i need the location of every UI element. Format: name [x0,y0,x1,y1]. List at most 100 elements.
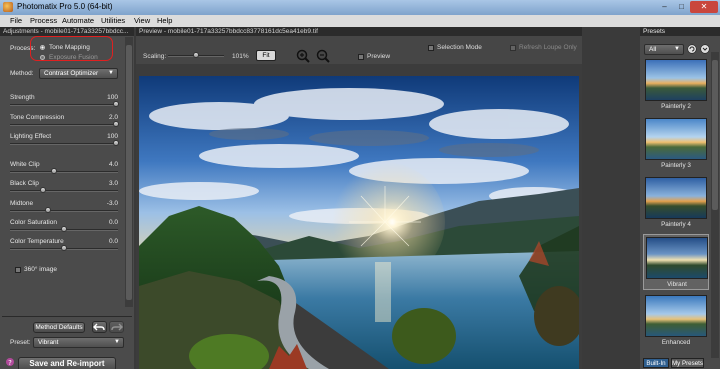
tab-my-presets[interactable]: My Presets [671,358,704,368]
redo-button[interactable] [109,321,124,333]
preset-thumbnail-label: Painterly 4 [661,221,691,228]
refresh-loupe-label: Refresh Loupe Only [519,44,577,51]
menu-process[interactable]: Process [30,16,57,25]
method-dropdown[interactable]: Contrast Optimizer ▼ [39,68,118,79]
slider-thumb[interactable] [113,121,119,127]
scrollbar-thumb[interactable] [126,45,132,300]
scaling-slider-thumb[interactable] [193,52,199,58]
undo-button[interactable] [92,321,107,333]
scrollbar-thumb[interactable] [712,60,718,210]
slider-track[interactable] [10,140,119,146]
preview-panel-title: Preview - mobile01-717a33257bbdcc8377816… [136,27,582,36]
scaling-label: Scaling: [143,53,167,60]
preset-thumbnail-image [646,237,708,279]
chevron-down-icon: ▼ [114,339,120,345]
slider-label: Tone Compression [10,114,65,121]
help-icon[interactable]: ? [4,357,14,367]
slider-label: Color Saturation [10,219,57,226]
selection-mode-checkbox[interactable] [428,45,434,51]
title-bar: Photomatix Pro 5.0 (64-bit) – □ ✕ [0,0,720,15]
adjustments-scrollbar[interactable] [125,37,133,307]
slider-label: White Clip [10,161,40,168]
presets-filter-dropdown[interactable]: All ▼ [644,44,684,55]
preset-thumbnail-label: Painterly 3 [661,162,691,169]
slider-thumb[interactable] [40,187,47,193]
slider-thumb[interactable] [61,226,67,232]
slider-track[interactable] [10,101,119,107]
slider-value: 3.0 [108,180,118,187]
slider-value: -3.0 [106,200,118,207]
zoom-in-icon[interactable] [296,49,310,63]
chevron-down-icon: ▼ [674,46,680,52]
slider-label: Strength [10,94,35,101]
divider [2,316,132,317]
360-image-checkbox[interactable] [15,267,21,273]
method-label: Method: [10,70,34,77]
zoom-out-icon[interactable] [316,49,330,63]
preset-thumbnail-label: Painterly 2 [661,103,691,110]
method-value: Contrast Optimizer [44,70,99,77]
slider-thumb[interactable] [50,168,57,174]
slider-value: 0.0 [108,219,118,226]
save-and-reimport-button[interactable]: Save and Re-import [18,357,116,369]
slider-track[interactable] [10,226,118,232]
menu-help[interactable]: Help [157,16,172,25]
preset-thumbnail-image [645,177,707,219]
minimize-button[interactable]: – [656,1,673,13]
preset-label: Preset: [10,339,31,346]
close-button[interactable]: ✕ [690,1,718,13]
chevron-down-icon: ▼ [108,70,114,76]
slider-track[interactable] [10,187,118,193]
maximize-button[interactable]: □ [673,1,690,13]
fit-button[interactable]: Fit [256,50,276,61]
preset-thumbnail-image [645,59,707,101]
scaling-slider[interactable] [168,52,224,58]
menu-file[interactable]: File [10,16,22,25]
preset-thumbnail[interactable]: Painterly 3 [643,116,709,172]
slider-label: Lighting Effect [10,133,52,140]
tab-built-in[interactable]: Built-In [643,358,669,368]
redo-icon [111,323,123,331]
preset-thumbnail-image [645,118,707,160]
presets-scrollbar[interactable] [711,52,719,358]
slider-value: 2.0 [108,114,118,121]
scaling-value: 101% [232,53,249,60]
preset-thumbnail[interactable]: Vibrant [643,234,709,290]
slider-track[interactable] [10,168,118,174]
preset-thumbnail-label: Enhanced [661,339,691,346]
refresh-loupe-checkbox[interactable] [510,45,516,51]
preset-thumbnail[interactable]: Painterly 4 [643,175,709,231]
preset-value: Vibrant [38,339,59,346]
slider-track[interactable] [10,207,118,213]
menu-automate[interactable]: Automate [62,16,94,25]
slider-label: Color Temperature [10,238,64,245]
slider-thumb[interactable] [113,101,119,107]
method-defaults-button[interactable]: Method Defaults [33,322,85,333]
preset-thumbnail-image [645,295,707,337]
slider-track[interactable] [10,121,119,127]
highlight-annotation [30,36,113,61]
presets-panel: Presets All ▼ Painterly 2 Painterly 3 Pain… [640,27,720,369]
slider-value: 0.0 [108,238,118,245]
preset-dropdown[interactable]: Vibrant ▼ [33,337,124,348]
presets-options-icon[interactable] [700,44,710,54]
presets-panel-title: Presets [640,27,720,36]
app-icon [3,2,13,12]
slider-label: Black Clip [10,180,39,187]
slider-track[interactable] [10,245,118,251]
menu-utilities[interactable]: Utilities [101,16,125,25]
slider-thumb[interactable] [113,140,119,146]
selection-mode-label: Selection Mode [437,44,482,51]
presets-refresh-icon[interactable] [687,44,697,54]
undo-icon [93,323,105,331]
preset-thumbnail[interactable]: Painterly 2 [643,57,709,113]
window-title: Photomatix Pro 5.0 (64-bit) [17,2,113,11]
adjustments-panel: Adjustments - mobile01-717a33257bbdcc...… [0,27,134,369]
preview-image[interactable] [139,76,579,369]
slider-thumb[interactable] [61,245,67,251]
360-image-label: 360° image [24,266,57,273]
slider-thumb[interactable] [45,207,52,213]
menu-view[interactable]: View [134,16,150,25]
preview-checkbox[interactable] [358,54,364,60]
preset-thumbnail[interactable]: Enhanced [643,293,709,349]
